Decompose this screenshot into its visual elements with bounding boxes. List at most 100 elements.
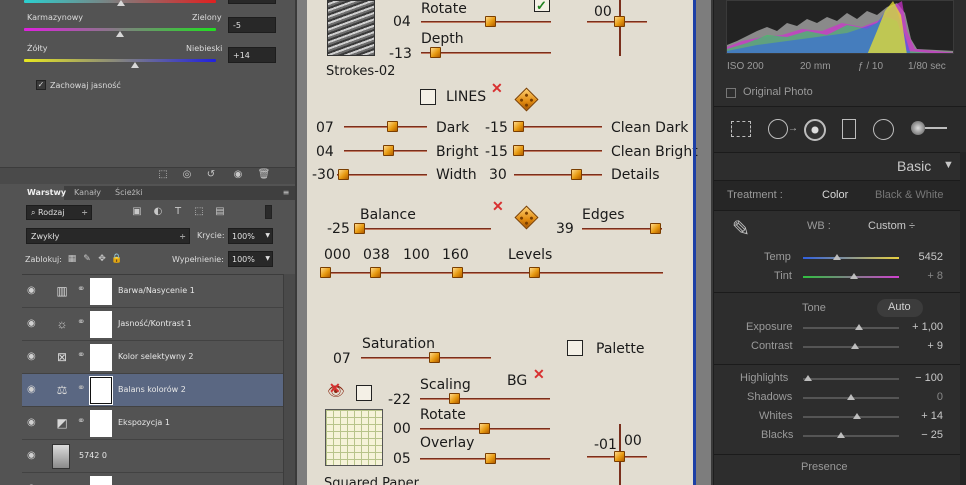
adjustment-brush-tool-icon[interactable] <box>911 121 925 135</box>
contrast-slider-thumb[interactable] <box>851 343 859 349</box>
eye-icon[interactable]: ◉ <box>27 351 41 362</box>
tint-slider-thumb[interactable] <box>850 273 858 279</box>
levels-thumb-3[interactable] <box>452 267 463 278</box>
eye-icon[interactable]: ◉ <box>27 285 41 296</box>
clean-bright-slider-thumb[interactable] <box>513 145 524 156</box>
chevron-down-icon[interactable]: ▼ <box>265 232 270 239</box>
layer-name[interactable]: Ekspozycja 1 <box>118 418 170 427</box>
layer-mask-thumbnail[interactable] <box>90 344 112 371</box>
rotate2-slider-thumb[interactable] <box>479 423 490 434</box>
magenta-green-value-field[interactable]: -5 <box>228 17 276 33</box>
panel-menu-icon[interactable]: ≡ <box>279 187 293 199</box>
bright-slider-thumb[interactable] <box>383 145 394 156</box>
yellow-blue-slider-thumb[interactable] <box>131 62 139 68</box>
chain-link-icon[interactable]: ⚭ <box>77 416 85 427</box>
balance-slider-track[interactable] <box>355 228 491 230</box>
whites-slider-track[interactable] <box>803 416 899 418</box>
highlights-value[interactable]: − 100 <box>889 372 943 384</box>
lines-checkbox[interactable] <box>420 89 436 105</box>
balance-random-dice-icon[interactable] <box>514 205 539 230</box>
overlay-slider-thumb[interactable] <box>485 453 496 464</box>
blacks-slider-track[interactable] <box>803 435 899 437</box>
reset-icon[interactable]: ↺ <box>204 169 218 181</box>
radial-filter-tool-icon[interactable] <box>873 119 894 140</box>
top-right-v-track[interactable] <box>619 0 621 56</box>
panel-scrollbar[interactable] <box>960 152 966 485</box>
opacity-field[interactable]: 100% ▼ <box>228 228 273 244</box>
levels-thumb-4[interactable] <box>529 267 540 278</box>
saturation-slider-thumb[interactable] <box>429 352 440 363</box>
layer-mask-thumbnail[interactable] <box>90 476 112 485</box>
details-slider-track[interactable] <box>514 174 602 176</box>
treatment-color-option[interactable]: Color <box>822 189 848 201</box>
preserve-luminosity-checkbox[interactable]: ✓ <box>36 80 46 90</box>
dark-slider-track[interactable] <box>344 126 427 128</box>
preset-swatch[interactable] <box>327 0 375 56</box>
lock-position-icon[interactable]: ✥ <box>95 253 109 265</box>
palette-checkbox[interactable] <box>567 340 583 356</box>
whites-slider-thumb[interactable] <box>853 413 861 419</box>
highlights-slider-thumb[interactable] <box>804 375 812 381</box>
saturation-slider-track[interactable] <box>361 357 491 359</box>
filter-type-icon[interactable]: T <box>171 206 185 218</box>
basic-panel-title[interactable]: Basic <box>897 158 931 174</box>
layer-name[interactable]: Barwa/Nasycenie 1 <box>118 286 195 295</box>
tint-value[interactable]: + 8 <box>904 270 943 282</box>
layer-row[interactable]: ◉ <box>22 473 283 485</box>
shadows-value[interactable]: 0 <box>889 391 943 403</box>
layer-name[interactable]: Balans kolorów 2 <box>118 385 186 394</box>
filter-shape-icon[interactable]: ⬚ <box>192 206 206 218</box>
yellow-blue-value-field[interactable]: +14 <box>228 47 276 63</box>
view-previous-icon[interactable]: ◎ <box>180 169 194 181</box>
layer-name[interactable]: Jasność/Kontrast 1 <box>118 319 192 328</box>
scaling-slider-thumb[interactable] <box>449 393 460 404</box>
red-eye-tool-icon[interactable] <box>804 119 826 141</box>
eye-icon[interactable]: ◉ <box>27 318 41 329</box>
dark-slider-thumb[interactable] <box>387 121 398 132</box>
layer-name[interactable]: 5742 0 <box>79 451 107 460</box>
layer-row[interactable]: ◉ ▥ ⚭ Barwa/Nasycenie 1 <box>22 275 283 308</box>
chain-link-icon[interactable]: ⚭ <box>77 317 85 328</box>
scaling-slider-track[interactable] <box>420 398 550 400</box>
exposure-slider-track[interactable] <box>803 327 899 329</box>
layer-row[interactable]: ◉ 5742 0 <box>22 440 283 473</box>
layer-name[interactable]: Kolor selektywny 2 <box>118 352 193 361</box>
lock-pixels-icon[interactable]: ✎ <box>80 253 94 265</box>
layer-row[interactable]: ◉ ⊠ ⚭ Kolor selektywny 2 <box>22 341 283 374</box>
crop-tool-icon[interactable] <box>731 121 751 137</box>
wb-select[interactable]: Custom ÷ <box>868 220 915 232</box>
balance-slider-thumb[interactable] <box>354 223 365 234</box>
collapse-triangle-icon[interactable]: ▼ <box>943 159 954 171</box>
filter-toggle[interactable] <box>265 205 272 219</box>
chain-link-icon[interactable]: ⚭ <box>77 350 85 361</box>
depth-slider-thumb[interactable] <box>430 47 441 58</box>
contrast-value[interactable]: + 9 <box>889 340 943 352</box>
highlights-slider-track[interactable] <box>803 378 899 380</box>
whites-value[interactable]: + 14 <box>889 410 943 422</box>
treatment-bw-option[interactable]: Black & White <box>875 189 943 201</box>
chain-link-icon[interactable]: ⚭ <box>77 383 85 394</box>
eyedropper-icon[interactable]: ✎ <box>728 218 754 240</box>
cyan-red-slider-thumb[interactable] <box>117 0 125 6</box>
layer-row-selected[interactable]: ◉ ⚖ ⚭ Balans kolorów 2 <box>22 374 283 407</box>
balance-reset-x-icon[interactable]: ✕ <box>492 199 504 213</box>
visibility-icon[interactable]: ◉ <box>231 169 245 181</box>
temp-slider-track[interactable] <box>803 257 899 259</box>
layer-row[interactable]: ◉ ◩ ⚭ Ekspozycja 1 <box>22 407 283 440</box>
width-slider-track[interactable] <box>337 174 427 176</box>
blacks-value[interactable]: − 25 <box>889 429 943 441</box>
bottom-right-slider-thumb[interactable] <box>614 451 625 462</box>
eye-icon[interactable]: ◉ <box>27 417 41 428</box>
bg-reset-x-icon[interactable]: ✕ <box>533 367 545 381</box>
chain-link-icon[interactable]: ⚭ <box>77 284 85 295</box>
paper-swatch[interactable] <box>325 409 383 466</box>
exposure-slider-thumb[interactable] <box>855 324 863 330</box>
clean-dark-slider-thumb[interactable] <box>513 121 524 132</box>
top-right-slider-thumb[interactable] <box>614 16 625 27</box>
layer-mask-thumbnail[interactable] <box>90 278 112 305</box>
temp-slider-thumb[interactable] <box>833 254 841 260</box>
layer-mask-thumbnail[interactable] <box>90 311 112 338</box>
eye-icon[interactable]: ◉ <box>27 450 41 461</box>
shadows-slider-thumb[interactable] <box>847 394 855 400</box>
blacks-slider-thumb[interactable] <box>837 432 845 438</box>
